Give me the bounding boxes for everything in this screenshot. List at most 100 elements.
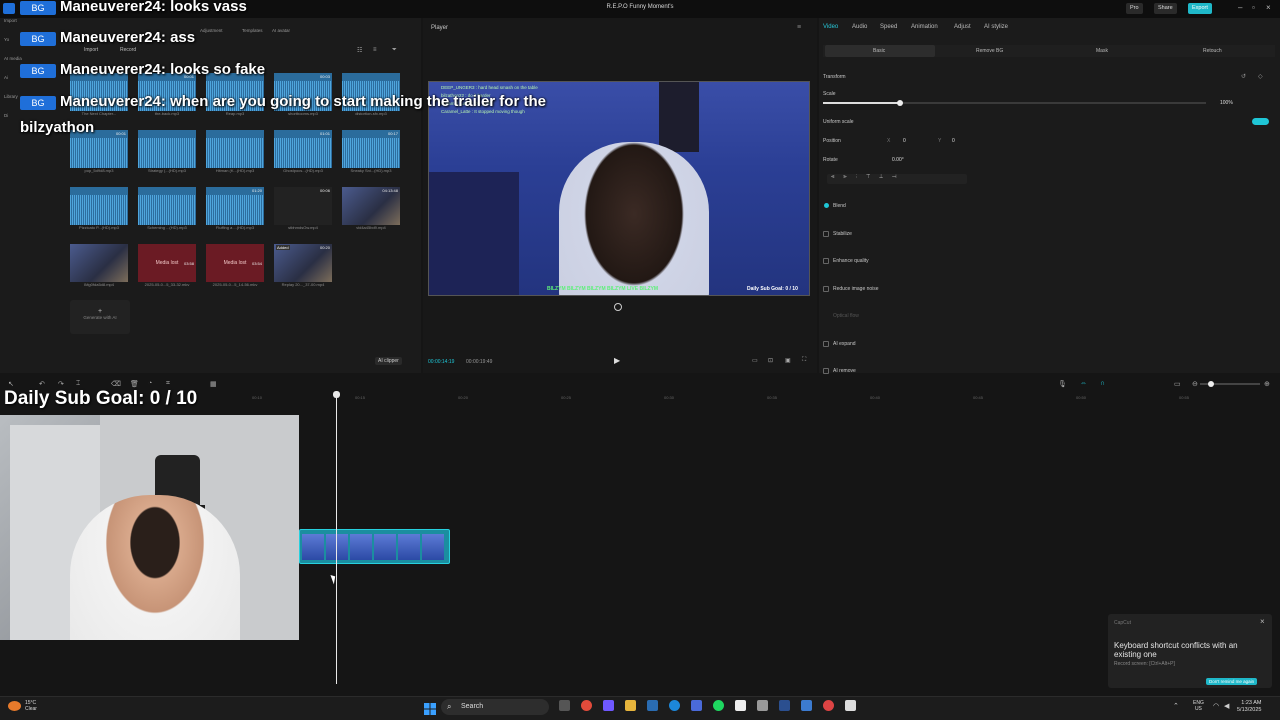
rotate-input[interactable]: 0.00° <box>892 157 904 163</box>
link-icon[interactable]: ⇔ <box>1080 380 1087 387</box>
generate-with-ai-card[interactable]: + Generate with AI <box>70 300 130 334</box>
magnet-icon[interactable]: ∩ <box>1100 380 1105 387</box>
media-item[interactable]: Media lost 03:58 2025-05-0...5_33-32.mkv <box>138 244 196 287</box>
language-indicator[interactable]: ENG US <box>1193 700 1204 712</box>
tab-adjustment[interactable]: Adjustment <box>200 28 223 33</box>
tab-video[interactable]: Video <box>823 24 838 30</box>
media-item[interactable]: 00:01 pop_5d9d8.mp3 <box>70 130 128 173</box>
media-item[interactable]: Scheming ...(HD).mp3 <box>138 187 196 230</box>
subtab-retouch[interactable]: Retouch <box>1203 48 1222 54</box>
volume-icon[interactable]: ◀ <box>1224 702 1229 710</box>
crop-tool-icon[interactable]: ⌗ <box>166 380 170 388</box>
tab-animation[interactable]: Animation <box>911 24 938 30</box>
filter-icon[interactable]: ⏷ <box>392 47 397 54</box>
select-tool-icon[interactable]: ↖ <box>8 380 14 388</box>
media-item[interactable]: Media lost 03:54 2025-05-0...5_14-56.mkv <box>206 244 264 287</box>
section-stabilize[interactable]: Stabilize <box>833 231 852 237</box>
share-button[interactable]: Share <box>1154 3 1177 14</box>
subtab-mask[interactable]: Mask <box>1096 48 1108 54</box>
subtab-basic[interactable]: Basic <box>873 48 885 54</box>
tab-adjust[interactable]: Adjust <box>954 24 971 30</box>
delete-icon[interactable]: ⌫ <box>111 380 121 388</box>
section-reduce-noise[interactable]: Reduce image noise <box>833 286 879 292</box>
app-icon[interactable] <box>801 700 812 711</box>
fullscreen-icon[interactable]: ⛶ <box>802 357 806 364</box>
close-icon[interactable]: × <box>1266 3 1271 12</box>
media-item[interactable]: 00:20 Added Replay 20..._37-00.mp4 <box>274 244 332 287</box>
tab-ai-avatar[interactable]: AI avatar <box>272 28 290 33</box>
system-clock[interactable]: 1:23 AM 5/13/2025 <box>1237 700 1261 714</box>
spotify-icon[interactable] <box>713 700 724 711</box>
file-explorer-icon[interactable] <box>625 700 636 711</box>
mic-icon[interactable]: 🎙 <box>1058 380 1067 388</box>
reset-icon[interactable]: ↺ <box>1241 73 1246 80</box>
import-button[interactable]: Import <box>84 47 98 53</box>
timeline-clip[interactable] <box>299 529 450 564</box>
media-item[interactable]: 01:01 Ghostpocs...(HD).mp3 <box>274 130 332 173</box>
playhead-handle[interactable] <box>333 391 340 398</box>
scrub-handle-icon[interactable] <box>614 303 622 311</box>
rail-item-import[interactable]: Import <box>4 18 34 23</box>
chrome-icon[interactable] <box>581 700 592 711</box>
marker-icon[interactable]: ◔ <box>148 380 152 387</box>
transform-label[interactable]: Transform <box>823 74 846 80</box>
app-icon[interactable] <box>845 700 856 711</box>
pos-x-input[interactable]: 0 <box>903 138 906 144</box>
denoise-checkbox[interactable] <box>823 286 829 292</box>
rail-item-directory[interactable]: Di <box>4 113 34 118</box>
section-ai-expand[interactable]: AI expand <box>833 341 856 347</box>
video-preview[interactable]: DEEP_UNGER3 : hard head smash on the tab… <box>428 81 810 296</box>
play-icon[interactable]: ▶ <box>614 356 620 365</box>
weather-icon[interactable] <box>8 701 21 711</box>
tray-chevron-icon[interactable]: ⌃ <box>1173 702 1179 710</box>
preview-icon[interactable]: ▭ <box>1174 380 1181 388</box>
steam-icon[interactable] <box>647 700 658 711</box>
windows-start-icon[interactable] <box>424 702 436 715</box>
undo-icon[interactable]: ↶ <box>39 380 45 388</box>
media-item[interactable]: Hitman (K...(HD).mp3 <box>206 130 264 173</box>
media-item[interactable]: Pizzicato P...(HD).mp3 <box>70 187 128 230</box>
align-buttons[interactable]: ⫷⫸⫶⊤⊥⊣ <box>827 174 967 184</box>
taskbar-search[interactable]: ⌕ Search <box>441 699 549 715</box>
playhead[interactable] <box>336 394 337 684</box>
tab-speed[interactable]: Speed <box>880 24 897 30</box>
blend-enabled-icon[interactable] <box>824 203 829 208</box>
ratio-icon[interactable]: ▭ <box>752 357 758 364</box>
ai-expand-checkbox[interactable] <box>823 341 829 347</box>
keyframe-icon[interactable]: ◇ <box>1258 73 1263 80</box>
toast-close-icon[interactable]: × <box>1260 617 1265 626</box>
view-toggle-icon[interactable]: ☷ <box>357 47 362 54</box>
scale-slider-handle[interactable] <box>896 100 903 106</box>
freeze-icon[interactable]: ▦ <box>210 380 217 388</box>
ai-clipper-button[interactable]: AI clipper <box>375 357 402 365</box>
split-icon[interactable]: ⌶ <box>76 380 80 388</box>
media-item[interactable]: 00:17 Sneaky Sni...(HD).mp3 <box>342 130 400 173</box>
wifi-icon[interactable]: ◠ <box>1213 702 1219 710</box>
menu-icon[interactable]: ≡ <box>797 24 801 31</box>
subtab-remove-bg[interactable]: Remove BG <box>976 48 1003 54</box>
zoom-in-icon[interactable]: ⊕ <box>1264 380 1270 388</box>
crop-icon[interactable]: ⊡ <box>768 357 773 364</box>
dont-remind-button[interactable]: Don't remind me again <box>1206 678 1258 685</box>
weather-widget[interactable]: 15°C Clear <box>25 700 37 712</box>
zoom-slider-handle[interactable] <box>1208 381 1214 387</box>
scale-value[interactable]: 100% <box>1220 100 1233 106</box>
minimize-icon[interactable]: – <box>1238 3 1242 12</box>
app-icon[interactable] <box>779 700 790 711</box>
tab-audio[interactable]: Audio <box>852 24 867 30</box>
section-ai-remove[interactable]: AI remove <box>833 368 856 374</box>
tab-templates[interactable]: Templates <box>242 28 263 33</box>
store-icon[interactable] <box>691 700 702 711</box>
tab-ai-stylize[interactable]: AI stylize <box>984 24 1008 30</box>
pro-button[interactable]: Pro <box>1126 3 1143 14</box>
maximize-icon[interactable]: ▫ <box>1252 3 1255 12</box>
section-blend[interactable]: Blend <box>833 203 846 209</box>
media-item[interactable]: 04:13:48 vid4a45bd9.mp4 <box>342 187 400 230</box>
media-item[interactable]: Strategy (...(HD).mp3 <box>138 130 196 173</box>
capcut-taskbar-icon[interactable] <box>735 700 746 711</box>
media-item[interactable]: 00:06 stbhmdsOw.mp4 <box>274 187 332 230</box>
uniform-scale-toggle[interactable] <box>1252 118 1269 125</box>
zoom-out-icon[interactable]: ⊖ <box>1192 380 1198 388</box>
media-item[interactable]: IMg0fda5d8.mp4 <box>70 244 128 287</box>
pos-y-input[interactable]: 0 <box>952 138 955 144</box>
